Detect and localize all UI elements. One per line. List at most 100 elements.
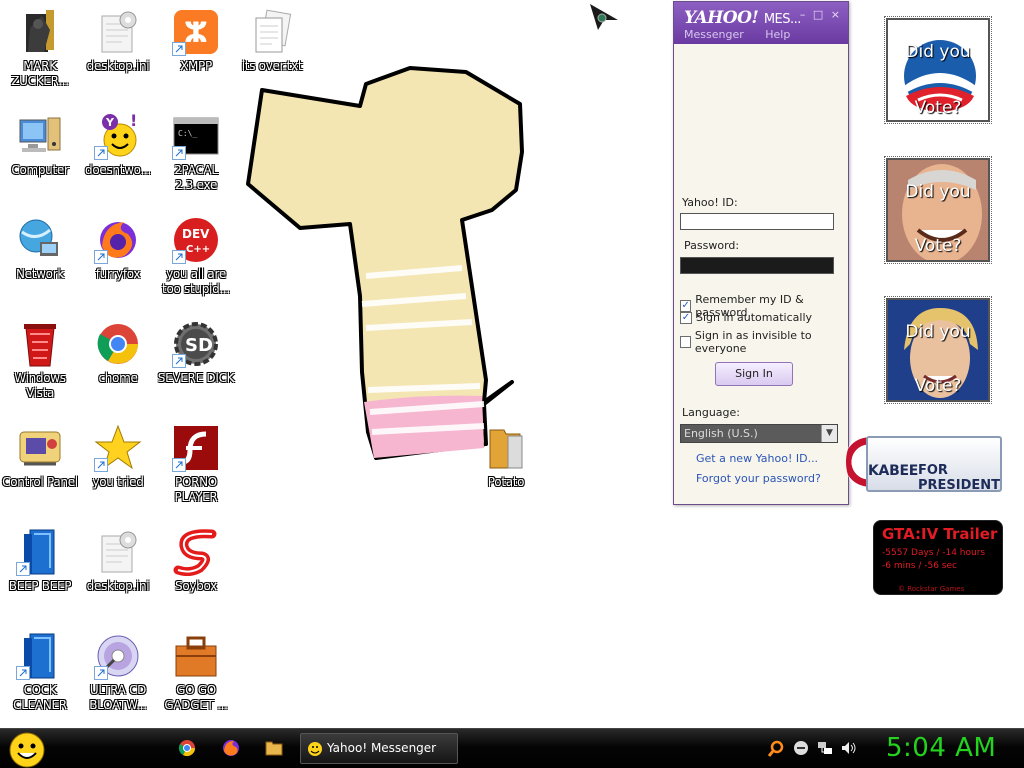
window-controls[interactable]: – □ ×: [800, 8, 842, 21]
svg-text:ⵣ: ⵣ: [184, 16, 208, 49]
gta-title: GTA:IV Trailer: [882, 525, 998, 543]
desktop-icon-desktop-ini-2[interactable]: desktop.ini: [78, 522, 158, 594]
icon-label: GO GO GADGET ...: [164, 683, 228, 712]
taskbar-clock[interactable]: 5:04 AM: [886, 733, 996, 763]
title-bar[interactable]: YAHOO! MES... – □ × Messenger Help: [674, 2, 848, 44]
desktop-icon-furryfox[interactable]: furryfox: [78, 210, 158, 282]
icon-label: Network: [15, 267, 64, 281]
drawing-image: [246, 66, 524, 460]
checkbox-unchecked-icon[interactable]: [680, 336, 691, 348]
shortcut-arrow-icon: [94, 250, 108, 264]
yahoo-id-input[interactable]: [680, 213, 834, 230]
icon-label: chome: [98, 371, 138, 385]
login-panel: Yahoo! ID: Password: ✓ Remember my ID & …: [674, 44, 848, 504]
chrome-icon: [94, 320, 142, 368]
desktop-icon-beep-beep[interactable]: BEEP BEEP: [0, 522, 80, 594]
shortcut-arrow-icon: [172, 250, 186, 264]
taskbar-item-yahoo-messenger[interactable]: Yahoo! Messenger: [300, 733, 458, 764]
search-icon[interactable]: [767, 740, 785, 758]
forgot-password-link[interactable]: Forgot your password?: [696, 472, 821, 485]
banner-panel: KABEE FOR PRESIDENT: [866, 436, 1002, 493]
blue-box-icon: [16, 528, 64, 576]
huckabee-banner[interactable]: KABEE FOR PRESIDENT: [846, 430, 1002, 494]
computer-icon: [16, 112, 64, 160]
vote-gadget-mccain[interactable]: Did you Vote?: [884, 156, 992, 264]
flash-player-icon: [172, 424, 220, 472]
shortcut-arrow-icon: [94, 146, 108, 160]
gta-countdown-gadget[interactable]: GTA:IV Trailer -5557 Days / -14 hours -6…: [873, 520, 1003, 595]
desktop-icon-xmpp[interactable]: ⵣ XMPP: [156, 2, 236, 74]
shortcut-arrow-icon: [94, 458, 108, 472]
invisible-checkbox[interactable]: Sign in as invisible to everyone: [680, 329, 848, 355]
dev-cpp-icon: DEV C++: [172, 216, 220, 264]
icon-label: Potato: [487, 475, 525, 489]
yahoo-smiley-icon: [308, 742, 322, 756]
shortcut-arrow-icon: [172, 354, 186, 368]
volume-icon[interactable]: [841, 740, 857, 756]
vote-gadget-obama[interactable]: Did you Vote?: [884, 16, 992, 124]
desktop-icon-network[interactable]: Network: [0, 210, 80, 282]
invisible-label: Sign in as invisible to everyone: [694, 329, 812, 355]
network-icon[interactable]: [817, 740, 833, 756]
taskbar-item-label: Yahoo! Messenger: [327, 741, 437, 755]
desktop-icon-chome[interactable]: chome: [78, 314, 158, 386]
icon-label: ULTRA CD BLOATW...: [89, 683, 147, 712]
vote-question-bottom: Vote?: [914, 98, 962, 118]
sd-gear-icon: SD: [172, 320, 220, 368]
menu-messenger[interactable]: Messenger: [684, 28, 744, 41]
auto-signin-checkbox[interactable]: ✓ Sign in automatically: [680, 311, 812, 324]
icon-label: Computer: [11, 163, 69, 177]
desktop-icon-2pacal[interactable]: C:\_ 2PACAL 2.3.exe: [156, 106, 236, 193]
password-input[interactable]: [680, 257, 834, 274]
shortcut-arrow-icon: [172, 458, 186, 472]
sign-in-button[interactable]: Sign In: [715, 362, 793, 386]
desktop-icon-control-panel[interactable]: Control Panel: [0, 418, 80, 490]
desktop-icon-go-go-gadget[interactable]: GO GO GADGET ...: [156, 626, 236, 713]
svg-text:C++: C++: [186, 244, 210, 255]
desktop-icon-computer[interactable]: Computer: [0, 106, 80, 178]
menu-help[interactable]: Help: [765, 28, 790, 41]
icon-label: PORNO PLAYER: [174, 475, 218, 504]
mouse-cursor-icon: [590, 4, 618, 30]
svg-text:Y: Y: [105, 116, 115, 129]
brand-text: YAHOO!: [684, 8, 759, 28]
desktop-icon-you-tried[interactable]: you tried: [78, 418, 158, 490]
xampp-icon: ⵣ: [172, 8, 220, 56]
desktop-icon-doesntwork[interactable]: Y! doesntwo...: [78, 106, 158, 178]
desktop-icon-soybox[interactable]: Soybox: [156, 522, 236, 594]
taskbar: Yahoo! Messenger 5:04 AM: [0, 728, 1024, 768]
yahoo-smiley-icon: Y!: [94, 112, 142, 160]
vote-question-bottom: Vote?: [914, 236, 962, 256]
auto-signin-label: Sign in automatically: [696, 311, 813, 324]
desktop-icon-desktop-ini[interactable]: desktop.ini: [78, 2, 158, 74]
icon-label: 2PACAL 2.3.exe: [174, 163, 218, 192]
icon-label: Windows Vista: [14, 371, 66, 400]
cd-disc-icon: [94, 632, 142, 680]
desktop-icon-severe-dick[interactable]: SD SEVERE DICK: [156, 314, 236, 386]
text-file-icon: [248, 8, 296, 56]
desktop-icon-ultra-cd[interactable]: ULTRA CD BLOATW...: [78, 626, 158, 713]
checkbox-checked-icon[interactable]: ✓: [680, 311, 692, 324]
new-id-link[interactable]: Get a new Yahoo! ID...: [696, 452, 818, 465]
desktop-icon-cock-cleaner[interactable]: COCK CLEANER: [0, 626, 80, 713]
desktop-icon-mark-zucker[interactable]: MARK ZUCKER...: [0, 2, 80, 89]
chevron-down-icon[interactable]: ▼: [821, 425, 837, 442]
icon-label: Control Panel: [2, 475, 78, 489]
shortcut-arrow-icon: [172, 146, 186, 160]
desktop-icon-windows-vista[interactable]: Windows Vista: [0, 314, 80, 401]
start-smiley-icon[interactable]: [8, 731, 46, 768]
language-select[interactable]: English (U.S.) ▼: [680, 424, 838, 443]
desktop-icon-porno-player[interactable]: PORNO PLAYER: [156, 418, 236, 505]
minus-icon[interactable]: [793, 740, 809, 756]
firefox-icon[interactable]: [222, 739, 240, 757]
chrome-icon[interactable]: [178, 739, 196, 757]
vote-gadget-clinton[interactable]: Did you Vote?: [884, 296, 992, 404]
menu-bar: Messenger Help: [684, 28, 808, 41]
folder-icon[interactable]: [265, 739, 283, 757]
yahoo-messenger-window[interactable]: YAHOO! MES... – □ × Messenger Help Yahoo…: [673, 1, 849, 505]
desktop-icon-too-stupid[interactable]: DEV C++ you all are too stupid...: [156, 210, 236, 297]
password-label: Password:: [684, 239, 740, 252]
banner-slogan: FOR PRESIDENT: [918, 463, 1001, 493]
settings-file-icon: [94, 528, 142, 576]
svg-text:SD: SD: [185, 335, 213, 356]
